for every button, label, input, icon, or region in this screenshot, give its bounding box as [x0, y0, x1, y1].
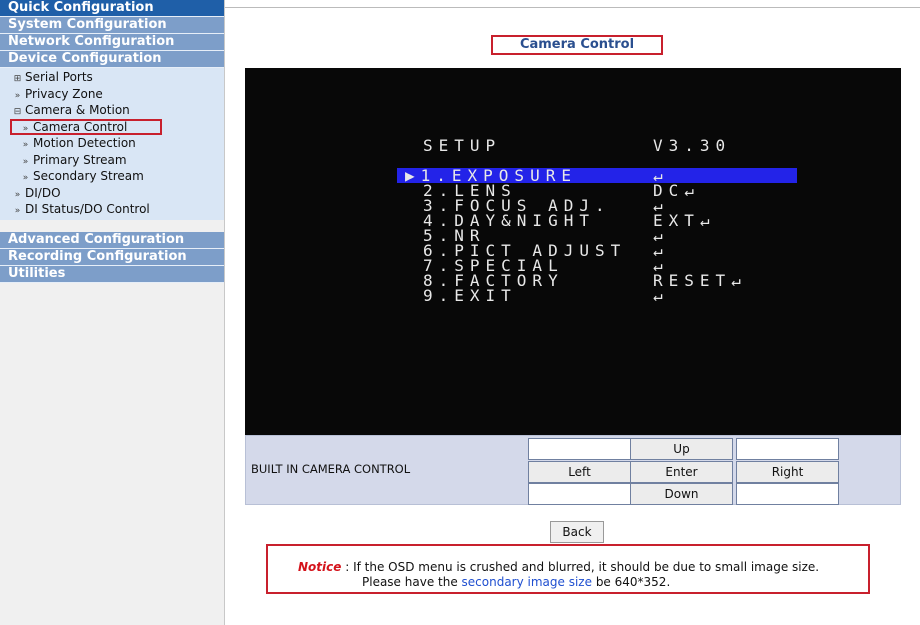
page-title: Camera Control: [491, 35, 663, 55]
menu-system-configuration[interactable]: System Configuration: [0, 17, 224, 34]
menu-advanced-configuration[interactable]: Advanced Configuration: [0, 231, 224, 249]
menu-recording-configuration[interactable]: Recording Configuration: [0, 248, 224, 266]
sidebar-item-camera-motion[interactable]: ⊟ Camera & Motion: [0, 102, 224, 119]
main-content: Camera Control SETUP V3.30 ▶1.EXPOSURE ↵…: [225, 0, 920, 625]
camera-video-view: SETUP V3.30 ▶1.EXPOSURE ↵ 2.LENS DC↵ 3.F…: [245, 68, 901, 435]
notice-text-post: be 640*352.: [592, 575, 671, 589]
sidebar-item-serial-ports[interactable]: ⊞ Serial Ports: [0, 69, 224, 86]
menu-utilities[interactable]: Utilities: [0, 265, 224, 283]
down-button[interactable]: Down: [630, 483, 733, 505]
control-label: BUILT IN CAMERA CONTROL: [251, 462, 411, 476]
sidebar-item-label: DI Status/DO Control: [25, 202, 150, 216]
sidebar-item-primary-stream[interactable]: » Primary Stream: [0, 152, 224, 169]
device-configuration-items: ⊞ Serial Ports » Privacy Zone ⊟ Camera & Mo…: [0, 68, 224, 220]
divider: [225, 7, 920, 8]
sidebar-item-label: Serial Ports: [25, 70, 93, 84]
sidebar-item-di-do[interactable]: » DI/DO: [0, 185, 224, 202]
empty-cell: [528, 483, 631, 505]
left-button[interactable]: Left: [528, 461, 631, 483]
sidebar-item-di-status-do-control[interactable]: » DI Status/DO Control: [0, 201, 224, 218]
notice-line-2: Please have the secondary image size be …: [362, 575, 670, 589]
sidebar-item-camera-control[interactable]: » Camera Control: [0, 118, 224, 136]
secondary-image-size-link[interactable]: secondary image size: [462, 575, 592, 589]
notice-text: If the OSD menu is crushed and blurred, …: [353, 560, 820, 574]
sidebar-item-privacy-zone[interactable]: » Privacy Zone: [0, 86, 224, 103]
enter-button[interactable]: Enter: [630, 461, 733, 483]
sidebar-item-secondary-stream[interactable]: » Secondary Stream: [0, 168, 224, 185]
selection-highlight: [10, 118, 162, 135]
sidebar-item-label: Motion Detection: [33, 136, 136, 150]
sidebar-item-label: Camera & Motion: [25, 103, 130, 117]
right-button[interactable]: Right: [736, 461, 839, 483]
empty-cell: [528, 438, 631, 460]
sidebar-item-motion-detection[interactable]: » Motion Detection: [0, 135, 224, 152]
osd-menu-item: 9.EXIT: [423, 286, 517, 305]
up-button[interactable]: Up: [630, 438, 733, 460]
menu-device-configuration[interactable]: Device Configuration: [0, 51, 224, 68]
menu-network-configuration[interactable]: Network Configuration: [0, 34, 224, 51]
osd-setup-title: SETUP: [423, 136, 502, 155]
notice-text-pre: Please have the: [362, 575, 462, 589]
notice-label: Notice: [298, 560, 342, 574]
back-button[interactable]: Back: [550, 521, 604, 543]
osd-menu-value: ↵: [653, 286, 669, 305]
sidebar: Quick Configuration System Configuration…: [0, 0, 225, 625]
sidebar-item-label: DI/DO: [25, 185, 61, 200]
notice-box: Notice : If the OSD menu is crushed and …: [266, 544, 870, 594]
osd-version: V3.30: [653, 136, 732, 155]
empty-cell: [736, 483, 839, 505]
chevron-right-icon: »: [14, 206, 21, 216]
sidebar-item-label: Secondary Stream: [33, 169, 144, 183]
camera-control-panel: BUILT IN CAMERA CONTROL Up Left Enter Ri…: [245, 435, 901, 505]
menu-quick-configuration[interactable]: Quick Configuration: [0, 0, 224, 17]
empty-cell: [736, 438, 839, 460]
notice-separator: :: [341, 560, 354, 574]
sidebar-item-label: Primary Stream: [33, 152, 127, 167]
sidebar-item-label: Privacy Zone: [25, 86, 103, 101]
notice-line-1: Notice : If the OSD menu is crushed and …: [298, 560, 819, 574]
